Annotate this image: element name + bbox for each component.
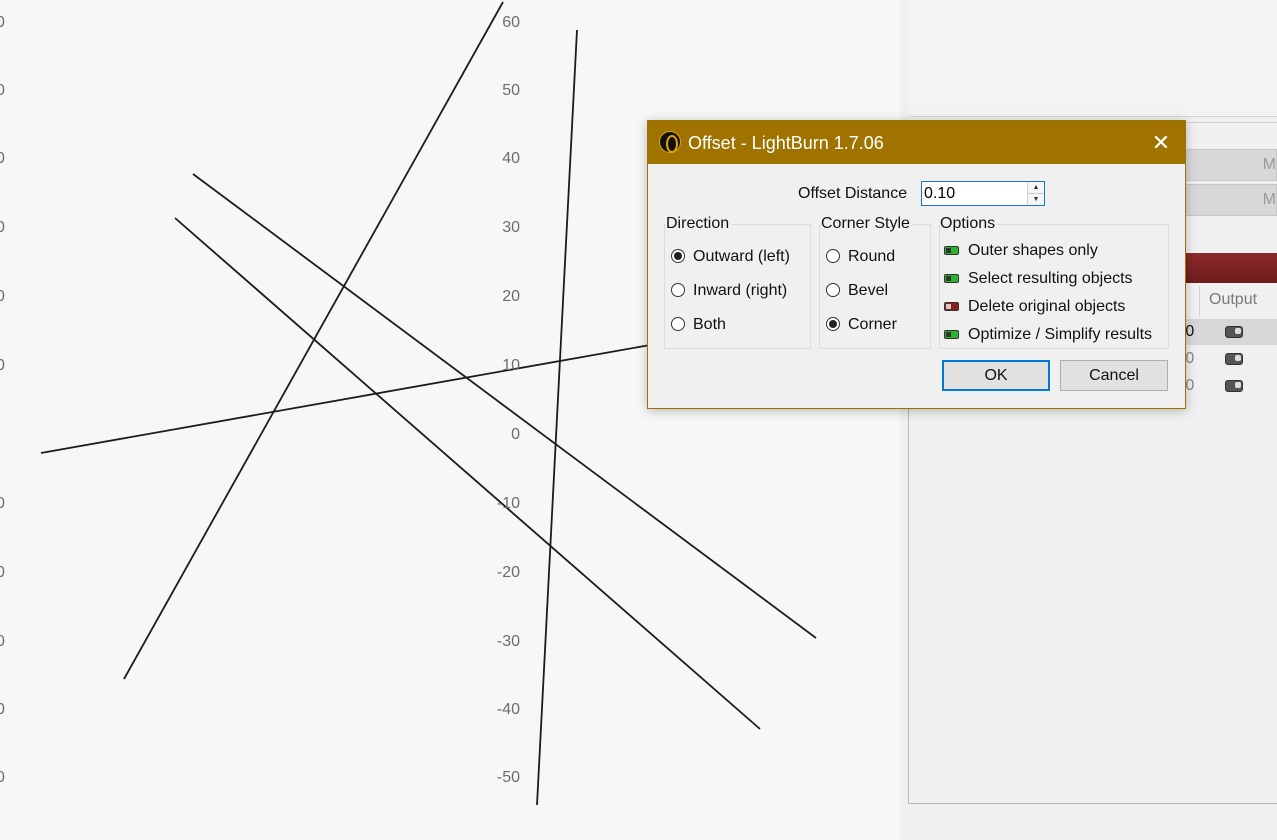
panel-button-1-label: M <box>1262 156 1276 173</box>
radio-label: Round <box>848 248 896 265</box>
panel-button-1[interactable]: M <box>1184 149 1277 181</box>
panel-button-2[interactable]: M <box>1184 184 1277 216</box>
offset-distance-label: Offset Distance <box>798 185 908 202</box>
cut-layer-value: 0.0 <box>1186 350 1195 367</box>
toggle-off-icon[interactable] <box>944 302 959 311</box>
cut-layer-value: 0.0 <box>1186 323 1195 340</box>
right-ruler-tick: -20 <box>496 564 520 581</box>
toggle-on-icon[interactable] <box>944 274 959 283</box>
radio-label: Outward (left) <box>693 248 790 265</box>
right-ruler-tick: 20 <box>502 288 520 305</box>
output-toggle-icon[interactable] <box>1225 326 1243 338</box>
lightburn-app-icon <box>659 131 681 153</box>
spin-up-icon[interactable]: ▲ <box>1027 182 1044 194</box>
output-toggle-icon[interactable] <box>1225 353 1243 365</box>
column-separator <box>1199 286 1200 316</box>
cancel-button[interactable]: Cancel <box>1060 360 1168 391</box>
radio-unchecked-icon[interactable] <box>826 283 840 297</box>
radio-unchecked-icon[interactable] <box>826 249 840 263</box>
corner-style-group-title: Corner Style <box>821 215 912 233</box>
cut-layer-row[interactable]: 0.0 <box>1186 373 1277 399</box>
spin-down-icon[interactable]: ▼ <box>1027 194 1044 205</box>
right-ruler-tick: 60 <box>502 14 520 31</box>
option-label: Delete original objects <box>968 298 1126 315</box>
right-ruler-tick: -40 <box>496 701 520 718</box>
toggle-on-icon[interactable] <box>944 246 959 255</box>
direction-group-title: Direction <box>666 215 732 233</box>
toggle-on-icon[interactable] <box>944 330 959 339</box>
right-ruler-tick: -30 <box>496 633 520 650</box>
right-ruler-tick: 50 <box>502 82 520 99</box>
right-ruler-tick: 10 <box>502 357 520 374</box>
radio-label: Inward (right) <box>693 282 788 299</box>
radio-label: Both <box>693 316 726 333</box>
ok-button[interactable]: OK <box>942 360 1050 391</box>
panel-button-2-label: M <box>1262 191 1276 208</box>
canvas-line <box>536 29 578 806</box>
radio-label: Bevel <box>848 282 889 299</box>
option-label: Optimize / Simplify results <box>968 326 1153 343</box>
offset-distance-input[interactable] <box>924 184 1024 203</box>
cut-layer-row[interactable]: 0.0 <box>1186 346 1277 372</box>
cut-layer-value: 0.0 <box>1186 377 1195 394</box>
right-ruler-tick: -50 <box>496 769 520 786</box>
panel-top-area <box>910 0 1277 117</box>
canvas-line <box>123 1 504 680</box>
options-group-title: Options <box>940 215 998 233</box>
output-toggle-icon[interactable] <box>1225 380 1243 392</box>
offset-distance-spinbox[interactable]: ▲ ▼ <box>921 181 1045 206</box>
radio-label: Corner <box>848 316 897 333</box>
radio-unchecked-icon[interactable] <box>671 283 685 297</box>
close-button[interactable]: ✕ <box>1137 121 1185 164</box>
right-ruler-tick: 30 <box>502 219 520 236</box>
offset-dialog: Offset - LightBurn 1.7.06 ✕ Offset Dista… <box>647 120 1186 409</box>
radio-checked-icon[interactable] <box>671 249 685 263</box>
right-ruler-tick: 40 <box>502 150 520 167</box>
right-ruler-tick: 0 <box>511 426 520 443</box>
radio-checked-icon[interactable] <box>826 317 840 331</box>
option-label: Select resulting objects <box>968 270 1133 287</box>
right-ruler-tick: -10 <box>496 495 520 512</box>
cut-layer-header-bar <box>1185 253 1277 283</box>
option-label: Outer shapes only <box>968 242 1098 259</box>
dialog-title-bar[interactable]: Offset - LightBurn 1.7.06 ✕ <box>648 121 1185 164</box>
radio-unchecked-icon[interactable] <box>671 317 685 331</box>
dialog-title: Offset - LightBurn 1.7.06 <box>688 133 884 153</box>
close-icon: ✕ <box>1151 130 1171 155</box>
output-column-header[interactable]: Output <box>1209 291 1257 309</box>
cut-layer-row[interactable]: 0.0 <box>1186 319 1277 345</box>
